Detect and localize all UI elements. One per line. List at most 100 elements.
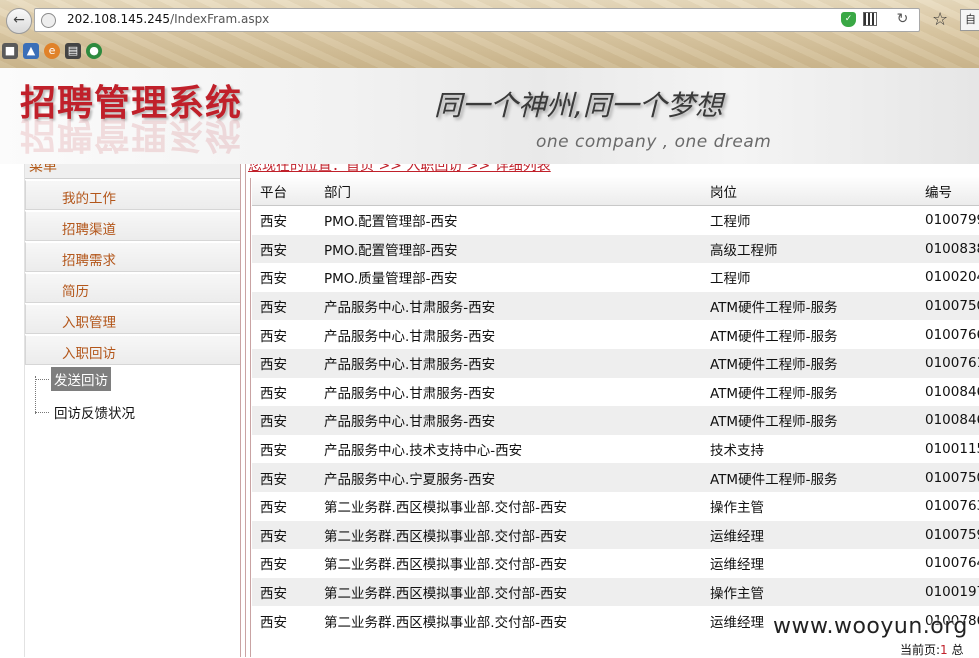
table-row[interactable]: 西安产品服务中心.甘肃服务-西安ATM硬件工程师-服务0100846 — [252, 378, 979, 407]
cell-position: ATM硬件工程师-服务 — [710, 328, 838, 345]
bookmarks-bar: ■ ▲ e ▤ ● — [2, 43, 102, 61]
sidebar-item-onboarding-visit[interactable]: 入职回访 — [25, 335, 241, 365]
app-title-reflection: 招聘管理系统 — [20, 114, 243, 156]
cell-dept: 产品服务中心.宁夏服务-西安 — [324, 463, 710, 492]
address-bar[interactable]: 202.108.145.245/IndexFram.aspx ✓ ↻ — [34, 8, 920, 32]
note-icon[interactable]: ▤ — [65, 43, 81, 59]
cell-platform: 西安 — [260, 500, 287, 517]
cell-dept: 产品服务中心.甘肃服务-西安 — [324, 406, 710, 435]
table-row[interactable]: 西安 PMO.质量管理部-西安 工程师 0100204 — [252, 263, 979, 292]
cell-platform: 西安 — [252, 348, 324, 378]
table-row[interactable]: 西安 PMO.配置管理部-西安 工程师 0100799 — [252, 206, 979, 235]
cell-position: 工程师 — [710, 271, 751, 288]
cell-code: 0100759 — [925, 520, 979, 550]
menu-header: 菜单 — [25, 164, 241, 179]
url-path: /IndexFram.aspx — [170, 12, 270, 26]
table-row[interactable]: 西安第二业务群.西区模拟事业部.交付部-西安操作主管0100197 — [252, 577, 979, 607]
breadcrumb-text[interactable]: 您现在的位置：首页 >> 入职回访 >> 详细列表 — [248, 164, 551, 175]
cell-platform: 西安 — [260, 385, 287, 402]
cell-position: 高级工程师 — [710, 234, 925, 264]
cell-code: 0100197 — [925, 577, 979, 607]
cell-dept: 产品服务中心.甘肃服务-西安 — [324, 385, 496, 402]
slogan-english: one company , one dream — [536, 132, 772, 152]
extension-button[interactable]: 自 — [960, 9, 979, 31]
green-app-icon[interactable]: ● — [86, 43, 102, 59]
app-banner: 招聘管理系统 招聘管理系统 同一个神州,同一个梦想 one company , … — [0, 68, 979, 164]
sidebar-item-label: 简历 — [62, 284, 89, 300]
table-row[interactable]: 西安PMO.配置管理部-西安高级工程师0100838 — [252, 234, 979, 264]
cell-code: 0100766 — [925, 326, 979, 343]
cell-code: 0100799 — [925, 212, 979, 229]
table-row[interactable]: 西安 第二业务群.西区模拟事业部.交付部-西安 运维经理 0100764 — [252, 549, 979, 578]
table-row[interactable]: 西安 产品服务中心.甘肃服务-西安 ATM硬件工程师-服务 0100766 — [252, 320, 979, 349]
cell-platform: 西安 — [260, 557, 287, 574]
extension-label: 自 — [965, 13, 976, 26]
browser-icon[interactable]: e — [44, 43, 60, 59]
table-row[interactable]: 西安第二业务群.西区模拟事业部.交付部-西安运维经理0100759 — [252, 520, 979, 550]
table-row[interactable]: 西安 第二业务群.西区模拟事业部.交付部-西安 操作主管 0100763 — [252, 492, 979, 521]
url-text[interactable]: 202.108.145.245/IndexFram.aspx — [67, 12, 269, 26]
cell-code: 0100115 — [925, 441, 979, 458]
back-button[interactable]: ← — [6, 8, 32, 34]
cell-code: 0100750 — [925, 463, 979, 492]
table-row[interactable]: 西安产品服务中心.宁夏服务-西安ATM硬件工程师-服务0100750 — [252, 463, 979, 492]
cell-position: 技术支持 — [710, 443, 764, 460]
column-header-dept[interactable]: 部门 — [324, 177, 710, 206]
sidebar-item-label: 入职回访 — [62, 346, 116, 362]
cell-code: 0100761 — [925, 348, 979, 378]
column-header-platform[interactable]: 平台 — [252, 177, 324, 206]
cell-platform: 西安 — [260, 443, 287, 460]
cell-platform: 西安 — [252, 234, 324, 264]
breadcrumb: 您现在的位置：首页 >> 入职回访 >> 详细列表 — [248, 164, 979, 176]
globe-icon — [41, 13, 56, 28]
shield-icon[interactable]: ✓ — [841, 12, 856, 27]
cell-code: 0100764 — [925, 555, 979, 572]
tree-connector — [35, 412, 49, 413]
cell-platform: 西安 — [252, 577, 324, 607]
table-row[interactable]: 西安产品服务中心.甘肃服务-西安ATM硬件工程师-服务0100846 — [252, 406, 979, 435]
sidebar-item-recruit-channel[interactable]: 招聘渠道 — [25, 211, 241, 241]
current-page-number: 1 — [940, 643, 948, 657]
cell-dept: PMO.质量管理部-西安 — [324, 271, 458, 288]
cell-position: 操作主管 — [710, 500, 764, 517]
sidebar-menu: 菜单 我的工作 招聘渠道 招聘需求 简历 入职管理 入职回访 发送回访 回访反馈… — [24, 164, 241, 657]
qr-code-icon[interactable] — [863, 12, 877, 26]
tree-item-feedback-status[interactable]: 回访反馈状况 — [54, 402, 135, 422]
tree-item-send-visit[interactable]: 发送回访 — [51, 367, 111, 391]
cell-platform: 西安 — [252, 406, 324, 435]
cell-position: ATM硬件工程师-服务 — [710, 385, 838, 402]
content-left-border — [250, 178, 251, 657]
sidebar-item-my-work[interactable]: 我的工作 — [25, 180, 241, 210]
table-row[interactable]: 西安 产品服务中心.技术支持中心-西安 技术支持 0100115 — [252, 435, 979, 464]
back-arrow-icon: ← — [13, 12, 25, 28]
table-row[interactable]: 西安产品服务中心.甘肃服务-西安ATM硬件工程师-服务0100750 — [252, 291, 979, 321]
sidebar-item-recruit-demand[interactable]: 招聘需求 — [25, 242, 241, 272]
sidebar-item-onboarding[interactable]: 入职管理 — [25, 304, 241, 334]
slogan-chinese: 同一个神州,同一个梦想 — [434, 89, 723, 122]
cell-dept: 产品服务中心.甘肃服务-西安 — [324, 291, 710, 321]
tree-connector — [35, 379, 49, 380]
folder-icon[interactable]: ■ — [2, 43, 18, 59]
reload-icon[interactable]: ↻ — [895, 12, 910, 27]
cell-code: 0100838 — [925, 234, 979, 264]
cell-dept: 产品服务中心.技术支持中心-西安 — [324, 443, 523, 460]
bookmark-star-icon[interactable]: ☆ — [932, 9, 948, 30]
sidebar-item-label: 招聘渠道 — [62, 222, 116, 238]
total-page-label: 总 — [951, 643, 964, 657]
cell-position: ATM硬件工程师-服务 — [710, 348, 925, 378]
sidebar-item-label: 我的工作 — [62, 191, 116, 207]
table-row[interactable]: 西安产品服务中心.甘肃服务-西安ATM硬件工程师-服务0100761 — [252, 348, 979, 378]
cell-platform: 西安 — [252, 463, 324, 492]
results-table: 平台 部门 岗位 编号 西安PMO.配置管理部-西安工程师0100799 西安P… — [252, 177, 979, 635]
tool-icon[interactable]: ▲ — [23, 43, 39, 59]
sidebar-item-label: 招聘需求 — [62, 253, 116, 269]
sidebar-item-label: 入职管理 — [62, 315, 116, 331]
cell-position: 操作主管 — [710, 577, 925, 607]
cell-platform: 西安 — [252, 291, 324, 321]
column-header-position[interactable]: 岗位 — [710, 177, 925, 206]
menu-header-label: 菜单 — [29, 164, 57, 175]
cell-position: 工程师 — [710, 214, 751, 231]
url-host: 202.108.145.245 — [67, 12, 171, 26]
sidebar-item-resume[interactable]: 简历 — [25, 273, 241, 303]
column-header-code[interactable]: 编号 — [925, 177, 979, 206]
